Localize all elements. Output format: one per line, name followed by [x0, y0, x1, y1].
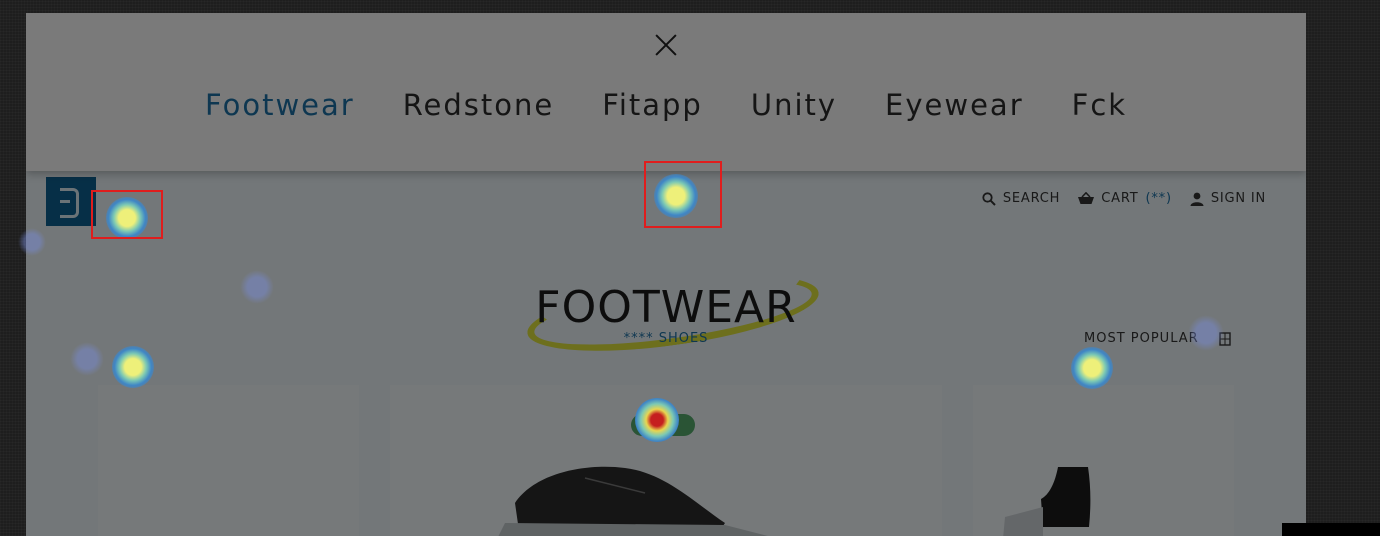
- close-icon[interactable]: [652, 31, 680, 59]
- brand-logo[interactable]: [46, 177, 96, 226]
- search-icon: [982, 191, 996, 206]
- product-card-featured[interactable]: S: [390, 385, 942, 536]
- boot-image: [1003, 467, 1091, 536]
- menu-item-eyewear[interactable]: Eyewear: [885, 88, 1024, 122]
- menu-item-redstone[interactable]: Redstone: [403, 88, 555, 122]
- cart-label: CART: [1101, 191, 1139, 206]
- page-title: FOOTWEAR: [535, 282, 797, 333]
- grid-view-icon[interactable]: [1218, 331, 1231, 346]
- product-badge: S: [631, 414, 695, 436]
- brand-logo-icon: [60, 188, 79, 218]
- search-link[interactable]: SEARCH: [982, 191, 1060, 206]
- menu-item-fck[interactable]: Fck: [1072, 88, 1127, 122]
- cart-link[interactable]: CART (**): [1078, 191, 1172, 206]
- category-menu: Footwear Redstone Fitapp Unity Eyewear F…: [26, 88, 1306, 122]
- menu-item-unity[interactable]: Unity: [751, 88, 837, 122]
- user-icon: [1190, 192, 1204, 206]
- sign-in-link[interactable]: SIGN IN: [1190, 191, 1266, 206]
- menu-item-fitapp[interactable]: Fitapp: [602, 88, 703, 122]
- sign-in-label: SIGN IN: [1210, 191, 1266, 206]
- category-menu-overlay: Footwear Redstone Fitapp Unity Eyewear F…: [26, 13, 1306, 171]
- menu-item-footwear[interactable]: Footwear: [205, 88, 355, 122]
- search-label: SEARCH: [1002, 191, 1061, 206]
- basket-icon: [1078, 192, 1095, 204]
- sort-dropdown[interactable]: MOST POPULAR: [1084, 331, 1231, 346]
- browser-viewport: SEARCH CART (**) SIGN IN FOOTWEAR **** S…: [26, 13, 1306, 536]
- sneaker-image: [498, 466, 768, 536]
- header-nav: SEARCH CART (**) SIGN IN: [982, 191, 1266, 206]
- cart-count: (**): [1145, 191, 1172, 206]
- sort-label: MOST POPULAR: [1084, 331, 1199, 346]
- store-page: SEARCH CART (**) SIGN IN FOOTWEAR **** S…: [26, 13, 1306, 536]
- product-card[interactable]: [98, 385, 359, 536]
- product-card[interactable]: [973, 385, 1234, 536]
- corner-bar: [1282, 523, 1380, 536]
